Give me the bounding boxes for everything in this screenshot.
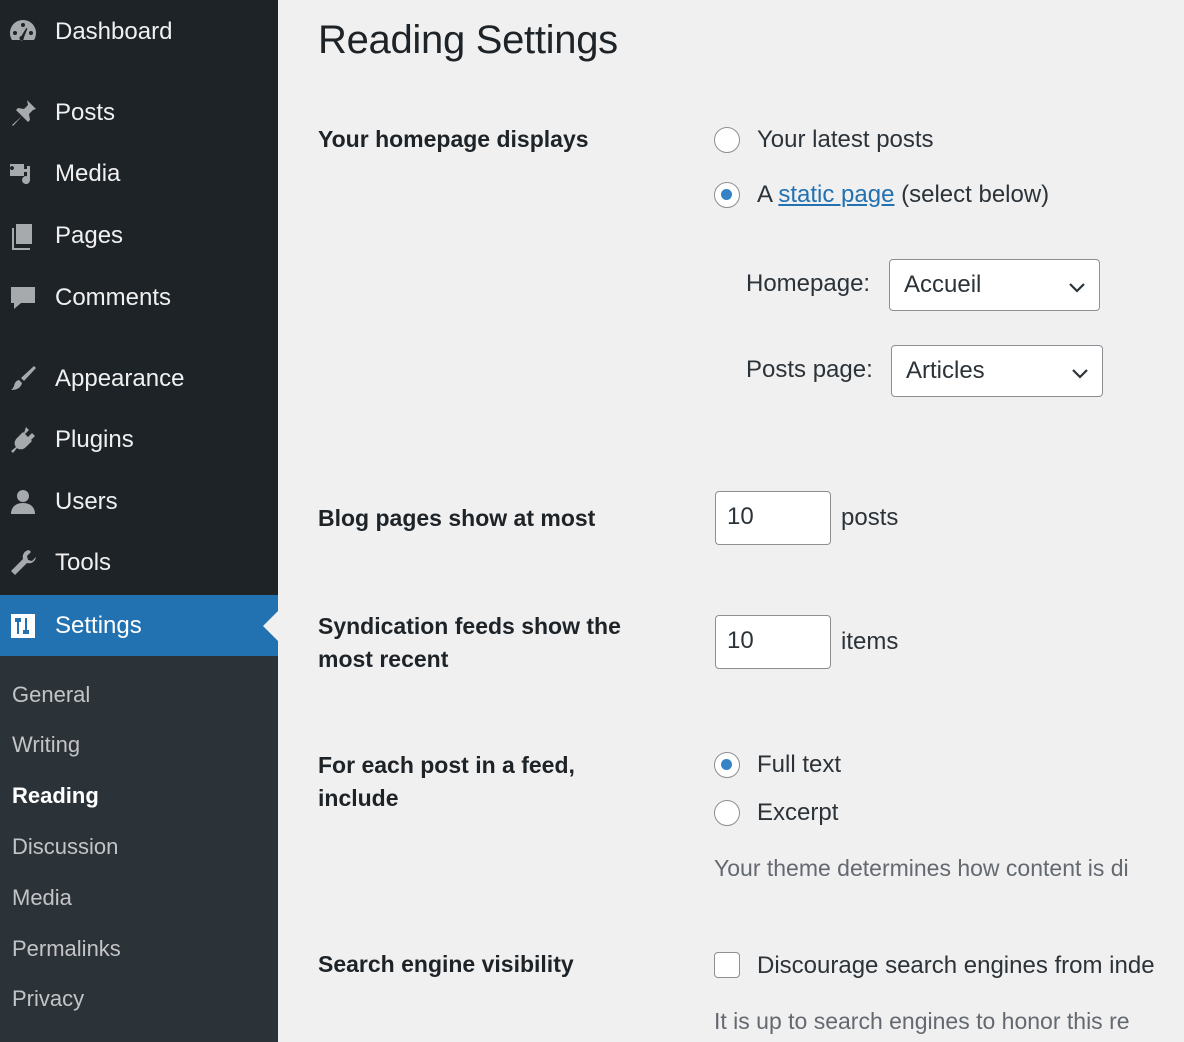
items-unit: items — [841, 628, 899, 655]
menu-label: Pages — [55, 222, 124, 249]
menu-item-media[interactable]: Media — [0, 144, 278, 204]
static-page-option: A static page (select below) — [757, 180, 1049, 210]
admin-sidebar: Dashboard Posts Media Pages Comments App… — [0, 0, 278, 1042]
wrench-icon — [6, 546, 40, 580]
menu-item-dashboard[interactable]: Dashboard — [0, 2, 278, 62]
static-page-suffix: (select below) — [901, 181, 1050, 208]
menu-item-pages[interactable]: Pages — [0, 206, 278, 266]
search-visibility-description: It is up to search engines to honor this… — [714, 1008, 1130, 1034]
menu-item-posts[interactable]: Posts — [0, 83, 278, 143]
posts-page-select-value: Articles — [906, 357, 985, 384]
submenu-item-privacy[interactable]: Privacy — [12, 986, 84, 1012]
dashboard-icon — [6, 15, 40, 49]
menu-item-tools[interactable]: Tools — [0, 533, 278, 593]
submenu-item-media[interactable]: Media — [12, 885, 72, 911]
homepage-select-value: Accueil — [904, 271, 982, 298]
submenu-item-discussion[interactable]: Discussion — [12, 834, 118, 860]
pages-icon — [6, 219, 40, 253]
static-page-radio[interactable] — [714, 182, 740, 208]
excerpt-radio[interactable] — [714, 800, 740, 826]
chevron-down-icon — [1067, 276, 1087, 296]
homepage-displays-label: Your homepage displays — [318, 126, 589, 152]
submenu-item-permalinks[interactable]: Permalinks — [12, 936, 121, 962]
posts-per-page-input[interactable]: 10 — [715, 491, 831, 545]
discourage-search-label[interactable]: Discourage search engines from inde — [757, 951, 1155, 981]
feed-content-label: For each post in a feed, include — [318, 752, 575, 811]
latest-posts-radio[interactable] — [714, 127, 740, 153]
menu-label: Posts — [55, 99, 116, 126]
settings-submenu: General Writing Reading Discussion Media… — [0, 656, 278, 1042]
blog-pages-label: Blog pages show at most — [318, 505, 596, 531]
submenu-item-general[interactable]: General — [12, 682, 90, 708]
static-page-prefix: A — [757, 181, 772, 208]
feed-content-description: Your theme determines how content is di — [714, 855, 1129, 881]
discourage-search-checkbox[interactable] — [714, 952, 740, 978]
page-title: Reading Settings — [318, 18, 618, 62]
latest-posts-label[interactable]: Your latest posts — [757, 125, 934, 155]
excerpt-label[interactable]: Excerpt — [757, 798, 838, 828]
posts-unit: posts — [841, 504, 899, 531]
chevron-down-icon — [1070, 362, 1090, 382]
menu-item-plugins[interactable]: Plugins — [0, 410, 278, 470]
menu-label: Tools — [55, 549, 112, 576]
menu-label: Dashboard — [55, 18, 173, 45]
menu-item-appearance[interactable]: Appearance — [0, 349, 278, 409]
full-text-radio[interactable] — [714, 752, 740, 778]
menu-item-comments[interactable]: Comments — [0, 268, 278, 328]
menu-label: Media — [55, 160, 121, 187]
menu-item-settings[interactable]: Settings — [0, 595, 278, 656]
submenu-item-writing[interactable]: Writing — [12, 732, 80, 758]
media-icon — [6, 157, 40, 191]
menu-label: Plugins — [55, 426, 134, 453]
menu-label: Appearance — [55, 365, 185, 392]
submenu-item-reading[interactable]: Reading — [12, 783, 99, 809]
main-content: Reading Settings Your homepage displays … — [278, 0, 1184, 1042]
homepage-select[interactable]: Accueil — [889, 259, 1100, 311]
posts-page-select[interactable]: Articles — [891, 345, 1103, 397]
feed-items-input[interactable]: 10 — [715, 615, 831, 669]
paintbrush-icon — [6, 362, 40, 396]
pin-icon — [6, 96, 40, 130]
menu-label: Settings — [55, 611, 142, 639]
homepage-select-label: Homepage: — [746, 270, 871, 297]
full-text-label[interactable]: Full text — [757, 750, 841, 780]
user-icon — [6, 485, 40, 519]
syndication-label: Syndication feeds show the most recent — [318, 613, 621, 672]
comment-icon — [6, 281, 40, 315]
menu-item-users[interactable]: Users — [0, 472, 278, 532]
settings-icon — [6, 609, 40, 643]
menu-label: Users — [55, 488, 118, 515]
plugin-icon — [6, 423, 40, 457]
menu-label: Comments — [55, 284, 172, 311]
static-page-link[interactable]: static page — [778, 181, 894, 208]
posts-page-select-label: Posts page: — [746, 356, 873, 383]
search-visibility-label: Search engine visibility — [318, 951, 574, 977]
